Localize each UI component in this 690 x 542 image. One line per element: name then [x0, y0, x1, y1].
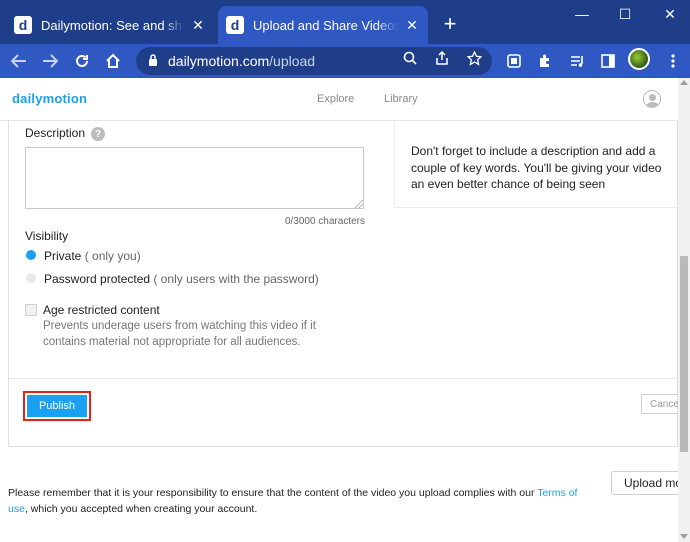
scrollbar-thumb[interactable]	[680, 256, 688, 452]
address-url: dailymotion.com/upload	[168, 53, 315, 69]
description-tip-text: Don't forget to include a description an…	[411, 144, 662, 191]
description-textarea[interactable]	[25, 147, 364, 209]
footer-notice: Please remember that it is your responsi…	[8, 485, 588, 517]
reload-icon[interactable]	[69, 48, 95, 74]
dailymotion-favicon-icon: d	[14, 16, 32, 34]
description-label: Description	[25, 126, 86, 140]
more-menu-icon[interactable]	[660, 48, 686, 74]
cancel-button[interactable]: Cance	[641, 394, 681, 414]
puzzle-icon[interactable]	[532, 48, 558, 74]
age-restricted-checkbox[interactable]	[25, 304, 37, 316]
close-window-icon[interactable]: ✕	[655, 4, 685, 24]
dailymotion-logo[interactable]: dailymotion	[12, 91, 87, 106]
help-icon[interactable]: ?	[91, 127, 105, 141]
home-icon[interactable]	[100, 48, 126, 74]
publish-highlight-outline: Publish	[23, 391, 91, 421]
description-tip-box: Don't forget to include a description an…	[394, 121, 679, 208]
back-arrow-icon[interactable]	[6, 48, 32, 74]
scroll-down-arrow-icon[interactable]	[680, 534, 688, 539]
radio-private[interactable]	[26, 250, 36, 260]
close-tab-icon[interactable]: ✕	[190, 17, 206, 33]
tab-upload[interactable]: d Upload and Share Videos | Dailymotion …	[218, 6, 428, 44]
maximize-window-icon[interactable]: ☐	[610, 4, 640, 24]
url-host: dailymotion.com	[168, 53, 270, 69]
star-icon[interactable]	[463, 47, 485, 69]
browser-tab-strip: d Dailymotion: See and share the ✕ d Upl…	[0, 0, 690, 44]
option-hint: ( only users with the password)	[153, 272, 319, 286]
page-scrollbar[interactable]	[678, 78, 690, 542]
minimize-window-icon[interactable]: —	[567, 4, 597, 24]
browser-toolbar: dailymotion.com/upload	[0, 44, 690, 78]
tab-title: Dailymotion: See and share the	[41, 17, 184, 33]
sidebar-icon[interactable]	[595, 48, 621, 74]
publish-button[interactable]: Publish	[27, 395, 87, 417]
visibility-label: Visibility	[25, 229, 69, 243]
option-hint: ( only you)	[84, 249, 141, 263]
footer-text-after: , which you accepted when creating your …	[24, 503, 258, 515]
footer-text-before: Please remember that it is your responsi…	[8, 487, 538, 499]
screenshot-icon[interactable]	[501, 48, 527, 74]
age-restricted-description: Prevents underage users from watching th…	[43, 320, 316, 348]
user-account-icon[interactable]	[643, 90, 661, 108]
radio-password-protected[interactable]	[26, 273, 36, 283]
option-label: Password protected	[44, 272, 151, 286]
new-tab-icon[interactable]: +	[438, 11, 462, 36]
tab-dailymotion-home[interactable]: d Dailymotion: See and share the ✕	[6, 6, 214, 44]
profile-avatar-icon[interactable]	[628, 48, 650, 70]
forward-arrow-icon[interactable]	[37, 48, 63, 74]
reading-list-icon[interactable]	[564, 48, 590, 74]
dailymotion-favicon-icon: d	[226, 16, 244, 34]
character-count: 0/3000 characters	[284, 216, 365, 227]
url-path: /upload	[269, 53, 316, 69]
share-icon[interactable]	[431, 47, 453, 69]
option-label: Private	[44, 249, 82, 263]
nav-explore[interactable]: Explore	[317, 93, 354, 105]
age-restricted-label[interactable]: Age restricted content	[43, 303, 160, 317]
divider	[9, 378, 678, 379]
tab-title: Upload and Share Videos | Dailymotion	[253, 17, 398, 33]
close-tab-icon[interactable]: ✕	[404, 17, 420, 33]
site-header: dailymotion Explore Library	[0, 78, 678, 121]
page-content: dailymotion Explore Library Description …	[0, 78, 690, 542]
resize-grip-icon[interactable]	[355, 200, 363, 208]
scroll-up-arrow-icon[interactable]	[680, 80, 688, 85]
lock-icon[interactable]	[148, 53, 158, 69]
radio-password-protected-label[interactable]: Password protected ( only users with the…	[44, 272, 319, 286]
zoom-icon[interactable]	[399, 47, 421, 69]
radio-private-label[interactable]: Private ( only you)	[44, 249, 141, 263]
nav-library[interactable]: Library	[384, 93, 418, 105]
upload-form-card: Description ? 0/3000 characters Don't fo…	[8, 121, 681, 447]
